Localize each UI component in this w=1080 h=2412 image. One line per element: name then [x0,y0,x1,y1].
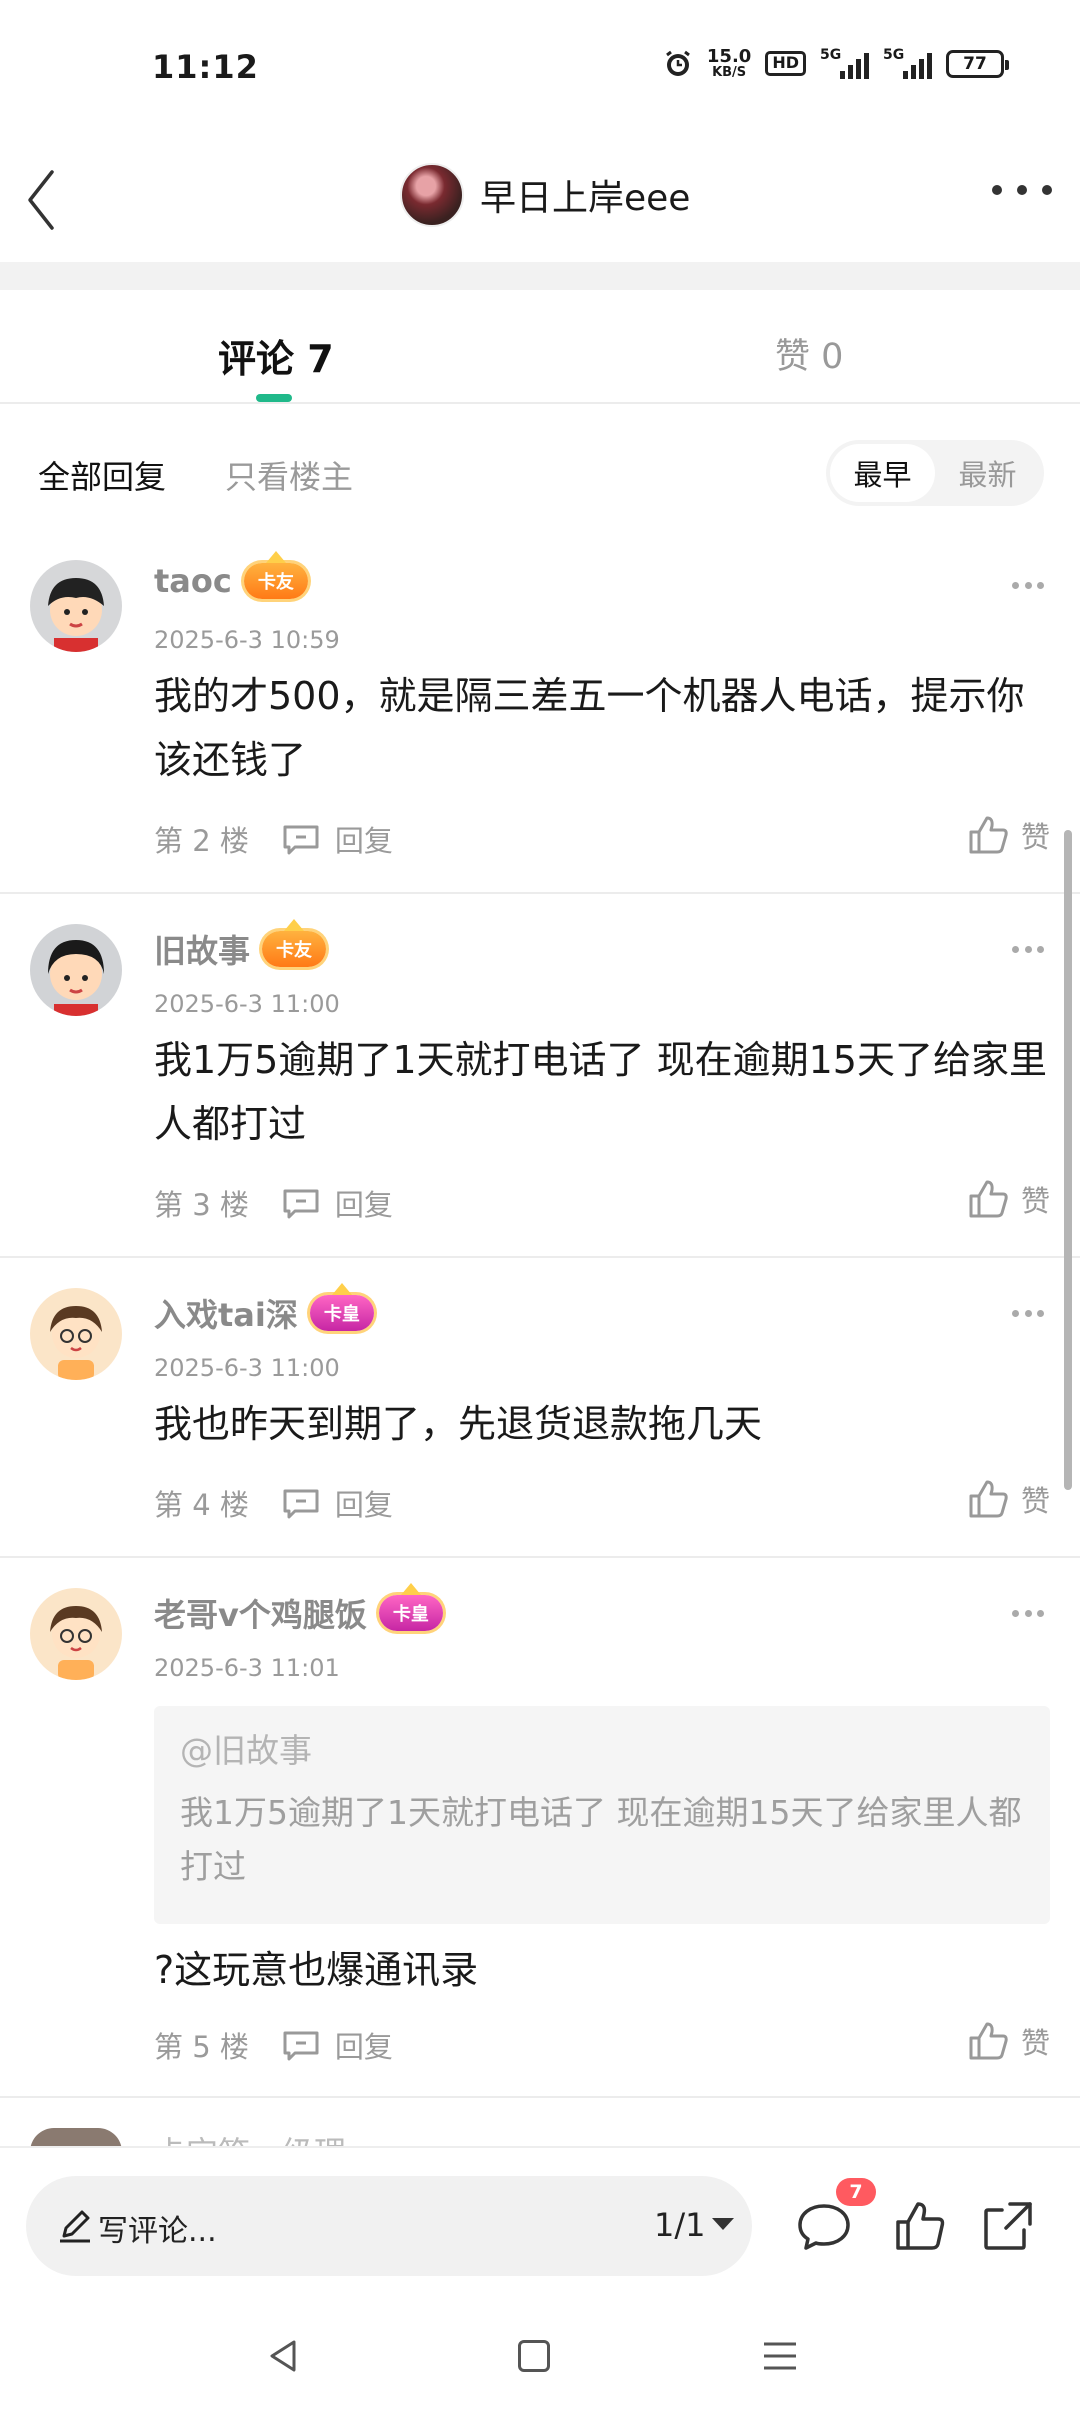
comment-meta: 第 5 楼 回复 [154,2024,393,2066]
thumbs-up-icon [969,2022,1008,2060]
back-icon[interactable] [22,152,82,232]
tab-comments[interactable]: 评论 7 [218,328,334,383]
sort-latest[interactable]: 最新 [935,444,1040,502]
avatar[interactable] [400,163,464,227]
level-badge: 卡皇 [378,1583,443,1631]
filter-row: 全部回复 只看楼主 最早 最新 [0,404,1080,534]
share-icon[interactable] [980,2198,1036,2254]
tab-bar: 评论 7 赞 0 [0,290,1080,404]
comment-more-icon[interactable] [1012,946,1044,956]
thumbs-up-icon[interactable] [892,2198,948,2254]
nav-back-icon[interactable] [266,2338,302,2374]
avatar[interactable] [30,560,122,652]
header-user[interactable]: 早日上岸eee [400,146,690,244]
comment-more-icon[interactable] [1012,1310,1044,1320]
comment-count-badge: 7 [836,2178,876,2206]
thumbs-up-icon [969,1480,1008,1518]
floor-label: 第 4 楼 [154,1488,249,1522]
page-title: 早日上岸eee [480,178,691,219]
status-icons: 15.0 KB/S HD 5G 5G 77 [663,46,1009,80]
thumbs-up-icon [969,1180,1008,1218]
floor-label: 第 3 楼 [154,1188,249,1222]
battery-icon: 77 [946,49,1009,78]
filter-op-only[interactable]: 只看楼主 [225,452,353,498]
status-time: 11:12 [152,48,259,86]
like-button[interactable]: 赞 [967,2020,1050,2062]
tab-indicator [256,394,292,402]
like-button[interactable]: 赞 [967,814,1050,856]
comment-text: 我1万5逾期了1天就打电话了 现在逾期15天了给家里人都打过 [154,1038,1047,1146]
system-nav-bar [0,2304,1080,2412]
reply-button[interactable]: 回复 [281,1182,393,1224]
avatar[interactable] [30,1288,122,1380]
comment-username[interactable]: 入戏tai深 卡皇 [154,1283,374,1336]
hd-icon: HD [765,51,806,76]
comment-time: 2025-6-3 10:59 [154,626,340,654]
status-bar: 11:12 15.0 KB/S HD 5G 5G 77 [0,0,1080,130]
tab-likes[interactable]: 赞 0 [775,328,843,379]
quoted-comment[interactable]: @旧故事 我1万5逾期了1天就打电话了 现在逾期15天了给家里人都打过 [154,1706,1050,1924]
reply-button[interactable]: 回复 [281,818,393,860]
top-header: 早日上岸eee [0,130,1080,260]
comment-username[interactable]: taoc 卡友 [154,551,308,600]
bottom-action-bar: 写评论... 1/1 7 [0,2146,1080,2304]
divider [0,262,1080,290]
avatar[interactable] [30,924,122,1016]
quote-text: 我1万5逾期了1天就打电话了 现在逾期15天了给家里人都打过 [180,1793,1022,1886]
comment-time: 2025-6-3 11:01 [154,1654,340,1682]
comment-text: 我也昨天到期了，先退货退款拖几天 [154,1402,763,1446]
more-icon[interactable] [992,170,1052,210]
comment-input[interactable]: 写评论... 1/1 [26,2176,752,2276]
dropdown-triangle-icon[interactable] [712,2218,734,2230]
comment-text: 我的才500，就是隔三差五一个机器人电话，提示你该还钱了 [154,674,1025,782]
comment-input-placeholder: 写评论... [98,2214,217,2249]
comment-meta: 第 3 楼 回复 [154,1182,393,1224]
page-indicator[interactable]: 1/1 [654,2206,706,2244]
comment-text: ?这玩意也爆通讯录 [154,1948,479,1992]
reply-icon [283,1489,319,1519]
filter-all-replies[interactable]: 全部回复 [38,452,166,498]
nav-home-icon[interactable] [518,2340,550,2372]
reply-button[interactable]: 回复 [281,1482,393,1524]
comment-item: 老哥v个鸡腿饭 卡皇 2025-6-3 11:01 @旧故事 我1万5逾期了1天… [0,1558,1080,2098]
comment-item: taoc 卡友 2025-6-3 10:59 我的才500，就是隔三差五一个机器… [0,534,1080,894]
sort-earliest[interactable]: 最早 [830,444,935,502]
quote-username: @旧故事 [180,1731,312,1770]
reply-icon [283,2031,319,2061]
floor-label: 第 5 楼 [154,2030,249,2064]
comment-meta: 第 2 楼 回复 [154,818,393,860]
like-button[interactable]: 赞 [967,1178,1050,1220]
reply-button[interactable]: 回复 [281,2024,393,2066]
comment-username[interactable]: 旧故事 卡友 [154,919,327,972]
comment-more-icon[interactable] [1012,1610,1044,1620]
like-button[interactable]: 赞 [967,1478,1050,1520]
level-badge: 卡友 [262,919,327,967]
avatar[interactable] [30,1588,122,1680]
comment-time: 2025-6-3 11:00 [154,990,340,1018]
pencil-icon [60,2210,90,2243]
comment-time: 2025-6-3 11:00 [154,1354,340,1382]
comment-more-icon[interactable] [1012,582,1044,592]
comment-username[interactable]: 老哥v个鸡腿饭 卡皇 [154,1583,443,1636]
sort-toggle: 最早 最新 [826,440,1044,506]
comment-bubble-icon[interactable] [796,2198,852,2254]
floor-label: 第 2 楼 [154,824,249,858]
comment-item: 入戏tai深 卡皇 2025-6-3 11:00 我也昨天到期了，先退货退款拖几… [0,1258,1080,1558]
reply-icon [283,825,319,855]
alarm-icon [663,49,693,79]
level-badge: 卡皇 [309,1283,374,1331]
nav-menu-icon[interactable] [762,2340,798,2372]
net-speed: 15.0 KB/S [706,46,752,80]
comment-meta: 第 4 楼 回复 [154,1482,393,1524]
thumbs-up-icon [969,816,1008,854]
reply-icon [283,1189,319,1219]
signal-icon-2: 5G [883,47,932,79]
comment-item: 旧故事 卡友 2025-6-3 11:00 我1万5逾期了1天就打电话了 现在逾… [0,894,1080,1258]
signal-icon-1: 5G [820,47,869,79]
scrollbar[interactable] [1064,830,1072,1490]
level-badge: 卡友 [243,551,308,599]
